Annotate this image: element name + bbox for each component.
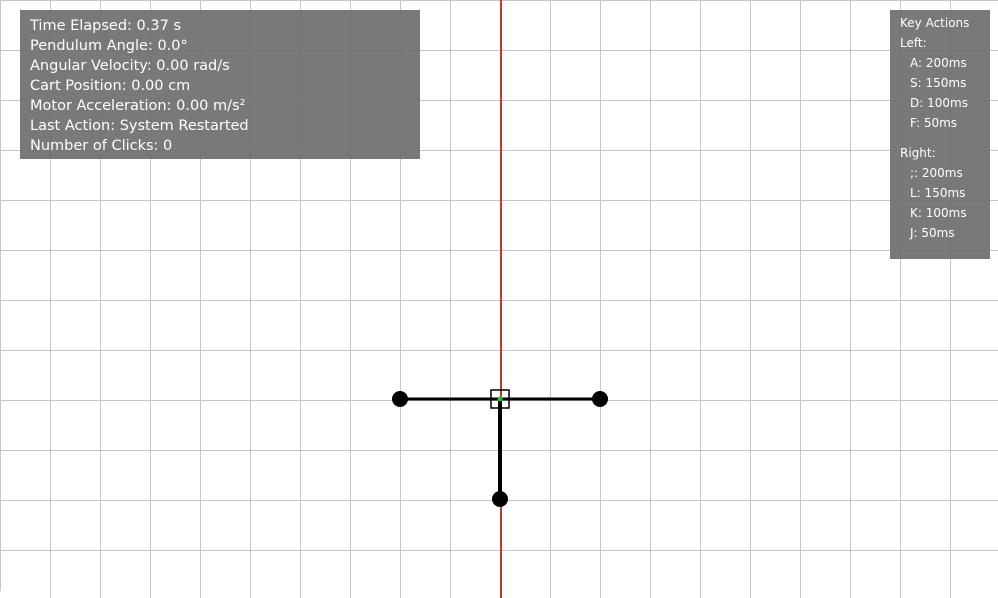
angular-velocity-text: Angular Velocity: 0.00 rad/s (30, 58, 230, 74)
key-action-item: ;: 200ms (910, 166, 963, 180)
key-action-item: K: 100ms (910, 206, 967, 220)
status-panel: Time Elapsed: 0.37 s Pendulum Angle: 0.0… (20, 10, 420, 159)
cart-position-text: Cart Position: 0.00 cm (30, 78, 191, 94)
key-group-spacer (900, 133, 990, 143)
time-elapsed-text: Time Elapsed: 0.37 s (30, 18, 181, 34)
track-end-right-icon (592, 391, 608, 407)
last-action-text: Last Action: System Restarted (30, 118, 249, 134)
pivot-dot-icon (497, 396, 503, 402)
key-actions-title: Key Actions (900, 16, 970, 30)
pendulum-angle-text: Pendulum Angle: 0.0° (30, 38, 188, 54)
left-keys-label: Left: (900, 36, 927, 50)
simulation-canvas: Time Elapsed: 0.37 s Pendulum Angle: 0.0… (0, 0, 998, 598)
key-action-item: A: 200ms (910, 56, 967, 70)
click-count-text: Number of Clicks: 0 (30, 138, 173, 154)
key-action-item: L: 150ms (910, 186, 966, 200)
key-action-item: S: 150ms (910, 76, 967, 90)
motor-acceleration-text: Motor Acceleration: 0.00 m/s² (30, 98, 246, 114)
key-action-item: J: 50ms (910, 226, 955, 240)
key-actions-panel: Key Actions Left: A: 200ms S: 150ms D: 1… (890, 10, 990, 259)
pendulum-bob-icon (492, 491, 508, 507)
key-action-item: D: 100ms (910, 96, 968, 110)
right-keys-label: Right: (900, 146, 936, 160)
key-action-item: F: 50ms (910, 116, 958, 130)
track-end-left-icon (392, 391, 408, 407)
